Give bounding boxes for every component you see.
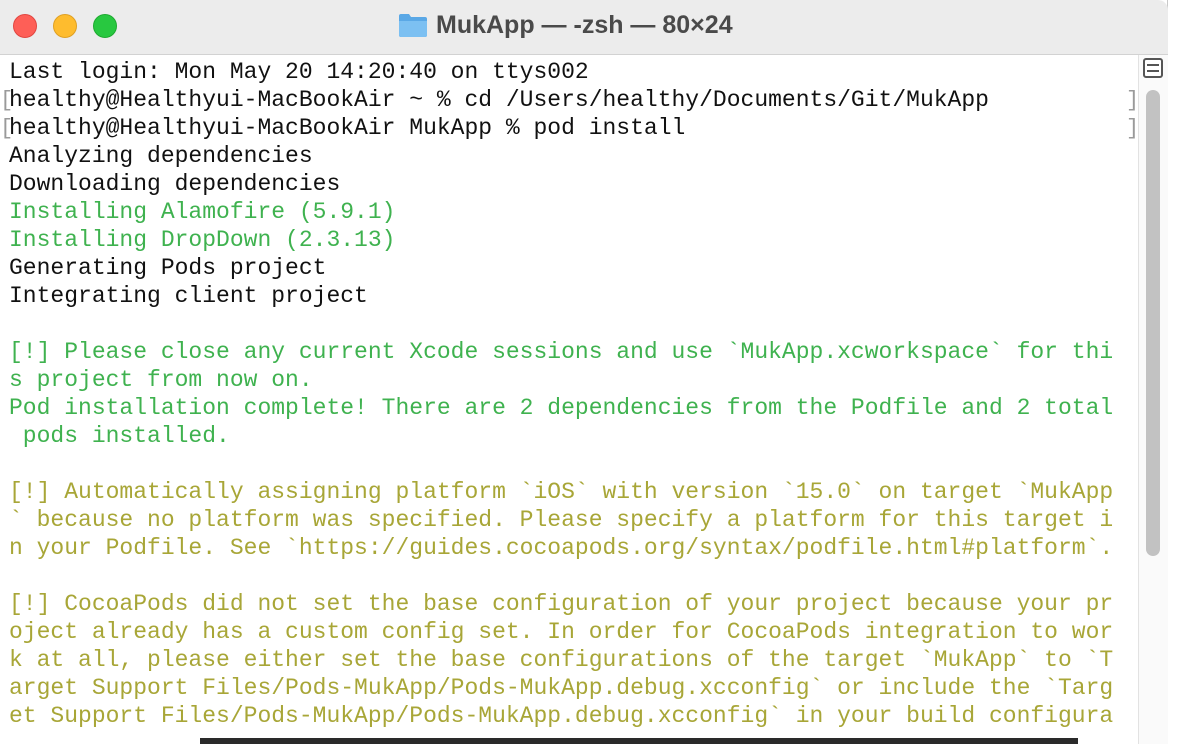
terminal-line: pods installed. [9,423,230,449]
terminal-line: Installing DropDown (2.3.13) [9,227,396,253]
window-title-group: MukApp — -zsh — 80×24 [398,10,733,40]
terminal-line: Installing Alamofire (5.9.1) [9,199,396,225]
title-bar[interactable]: MukApp — -zsh — 80×24 [0,0,1168,55]
terminal-line: Downloading dependencies [9,171,341,197]
terminal-line: Integrating client project [9,283,368,309]
terminal-line: arget Support Files/Pods-MukApp/Pods-Muk… [9,675,1114,701]
terminal-line: healthy@Healthyui-MacBookAir MukApp % po… [9,115,686,141]
terminal-line: Pod installation complete! There are 2 d… [9,395,1114,421]
terminal-line: ` because no platform was specified. Ple… [9,507,1114,533]
zoom-button[interactable] [93,14,117,38]
split-pane-icon[interactable] [1143,58,1163,78]
folder-icon [399,14,427,37]
terminal-line: s project from now on. [9,367,313,393]
scrollbar-thumb[interactable] [1146,90,1160,556]
minimize-button[interactable] [53,14,77,38]
terminal-line: Last login: Mon May 20 14:20:40 on ttys0… [9,59,589,85]
terminal-line: Analyzing dependencies [9,143,313,169]
mark-bracket-left: [ [0,88,14,113]
terminal-line: [!] Please close any current Xcode sessi… [9,339,1114,365]
close-button[interactable] [13,14,37,38]
terminal-line: [!] Automatically assigning platform `iO… [9,479,1114,505]
terminal-line: [!] CocoaPods did not set the base confi… [9,591,1114,617]
terminal-output[interactable]: Last login: Mon May 20 14:20:40 on ttys0… [0,55,1138,744]
terminal-window: MukApp — -zsh — 80×24 Last login: Mon Ma… [0,0,1168,744]
mark-bracket-left: [ [0,116,14,141]
desktop-background-strip [200,738,1078,744]
terminal-line: et Support Files/Pods-MukApp/Pods-MukApp… [9,703,1114,729]
terminal-line: Generating Pods project [9,255,327,281]
terminal-line: k at all, please either set the base con… [9,647,1114,673]
terminal-line: healthy@Healthyui-MacBookAir ~ % cd /Use… [9,87,989,113]
terminal-line: n your Podfile. See `https://guides.coco… [9,535,1114,561]
terminal-line: oject already has a custom config set. I… [9,619,1114,645]
window-title: MukApp — -zsh — 80×24 [436,10,733,39]
